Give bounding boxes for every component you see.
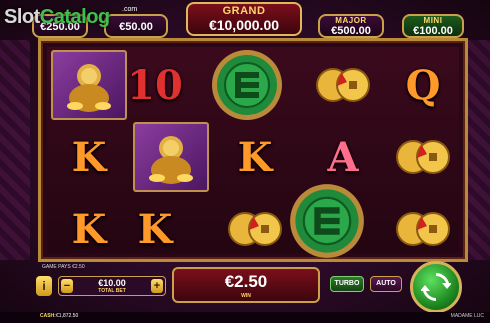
watermark-text-a: Slot — [4, 6, 40, 28]
symbol-wheel — [207, 49, 287, 121]
watermark-text-b: Catalog — [39, 6, 110, 28]
symbol-wheel — [287, 184, 367, 258]
game-name: MADAME LUC — [450, 313, 484, 319]
reel-frame: K K 10 J K K A — [38, 38, 468, 262]
jackpot-grand: GRAND €10,000.00 — [186, 2, 302, 36]
watermark-suffix: .com — [122, 6, 138, 13]
game-pays-text: GAME PAYS €2.50 — [42, 264, 85, 270]
watermark-logo: SlotCatalog — [4, 6, 110, 29]
jackpot-minor-value: €50.00 — [119, 21, 153, 33]
refresh-icon — [421, 273, 451, 301]
spin-button[interactable] — [410, 261, 462, 313]
reel-grid: K K 10 J K K A — [47, 47, 459, 258]
jackpot-minor: €50.00 — [104, 14, 168, 38]
symbol-k: K — [237, 133, 273, 181]
status-bar: CASH: €1,872.50 MADAME LUC — [0, 312, 490, 323]
bet-decrease-button[interactable]: − — [61, 279, 73, 293]
side-pattern-left — [0, 40, 30, 260]
bet-value: €10.00 — [98, 278, 126, 288]
win-display: €2.50 WIN — [172, 267, 320, 303]
jackpot-major-label: MAJOR — [335, 16, 367, 25]
coins-icon — [316, 68, 370, 102]
symbol-coins — [383, 193, 463, 265]
symbol-coins — [303, 49, 383, 121]
bet-selector: − €10.00 TOTAL BET + — [58, 276, 166, 296]
jackpot-major-value: €500.00 — [331, 25, 371, 37]
bet-increase-button[interactable]: + — [151, 279, 163, 293]
jackpot-mini-value: €100.00 — [413, 25, 453, 37]
jackpot-grand-label: GRAND — [222, 5, 266, 17]
symbol-coins — [215, 193, 295, 265]
symbol-q: Q — [405, 61, 441, 109]
wheel-icon — [212, 50, 282, 120]
wheel-icon — [290, 184, 364, 258]
symbol-coins — [383, 121, 463, 193]
win-value: €2.50 — [224, 272, 268, 291]
symbol-buddha — [131, 121, 211, 193]
symbol-10: 10 — [127, 61, 183, 109]
bet-label: TOTAL BET — [98, 288, 126, 294]
auto-button[interactable]: AUTO — [370, 276, 402, 292]
symbol-k: K — [137, 205, 173, 253]
win-label: WIN — [241, 293, 251, 299]
buddha-icon — [133, 122, 209, 192]
jackpot-grand-value: €10,000.00 — [208, 17, 280, 33]
cash-label: CASH: — [40, 313, 56, 319]
turbo-button[interactable]: TURBO — [330, 276, 364, 292]
info-button[interactable]: i — [36, 276, 52, 296]
coins-icon — [396, 140, 450, 174]
coins-icon — [228, 212, 282, 246]
coins-icon — [396, 212, 450, 246]
jackpot-mini-label: MINI — [423, 16, 443, 25]
symbol-a: A — [327, 133, 359, 181]
jackpot-mini: MINI €100.00 — [402, 14, 464, 38]
cash-value: €1,872.50 — [56, 313, 79, 319]
jackpot-major: MAJOR €500.00 — [318, 14, 384, 38]
